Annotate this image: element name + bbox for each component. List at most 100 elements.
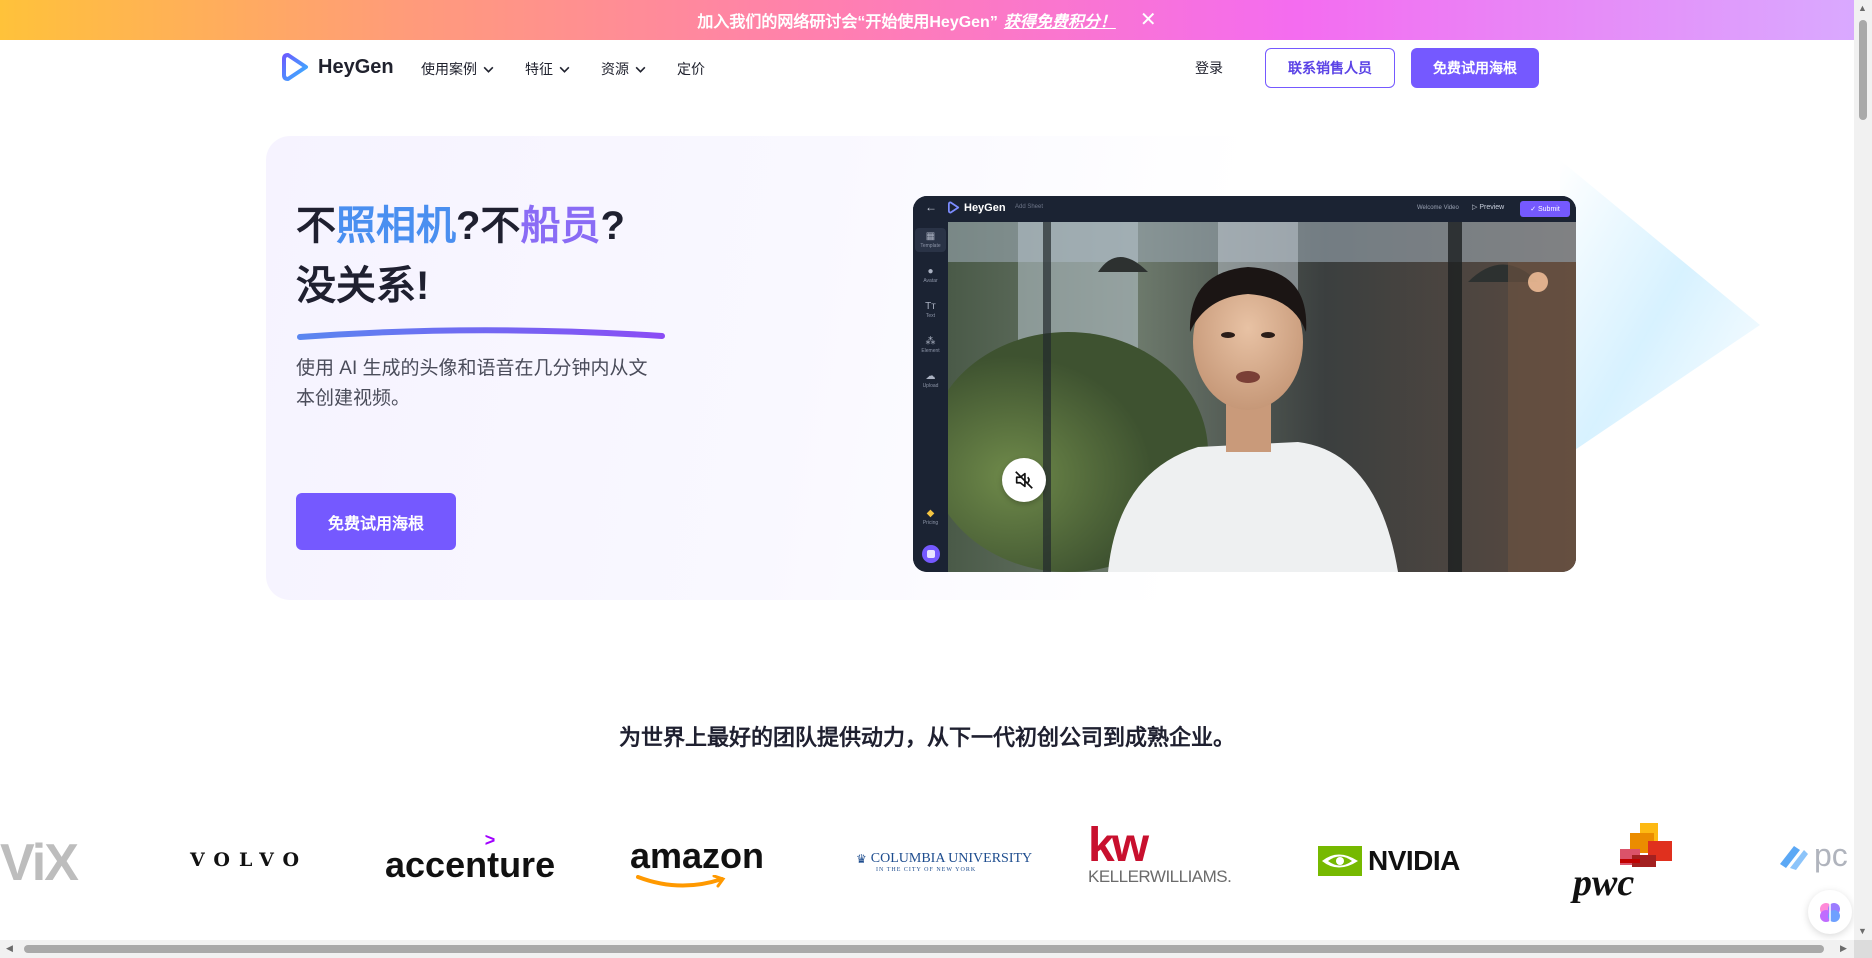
kw-mark: kw — [1088, 819, 1149, 872]
template-icon: ▦ — [925, 231, 936, 242]
nav-features[interactable]: 特征 — [525, 59, 571, 79]
customer-logos-row: ViX VOLVO > accenture amazon ♛ COLUMBIA … — [0, 815, 1854, 915]
horizontal-scroll-thumb[interactable] — [24, 945, 1824, 953]
project-name-field[interactable]: Add Sheet — [1015, 204, 1043, 210]
scroll-right-icon[interactable]: ▶ — [1840, 943, 1847, 954]
diamond-icon: ◆ — [926, 508, 935, 519]
back-arrow-icon[interactable]: ← — [925, 200, 937, 214]
horizontal-scrollbar[interactable]: ◀ ▶ — [0, 940, 1854, 958]
upload-icon: ☁ — [925, 371, 936, 382]
preview-button[interactable]: ▷ Preview — [1472, 203, 1504, 211]
submit-label: Submit — [1538, 205, 1560, 213]
keller-wordmark: KELLERWILLIAMS. — [1088, 867, 1232, 886]
nav-menu: 使用案例 特征 资源 定价 — [421, 59, 705, 79]
free-trial-button[interactable]: 免费试用海根 — [1411, 48, 1539, 88]
scroll-left-icon[interactable]: ◀ — [6, 943, 13, 954]
columbia-logo: ♛ COLUMBIA UNIVERSITY IN THE CITY OF NEW… — [856, 851, 1032, 873]
hero-title-highlight-crew: 船员 — [520, 204, 601, 248]
hero-free-trial-button[interactable]: 免费试用海根 — [296, 493, 456, 550]
keller-williams-logo: kw KELLERWILLIAMS. — [1088, 819, 1232, 887]
crown-icon: ♛ — [856, 852, 867, 866]
editor-sidebar: ▦ Template ● Avatar Tт Text ⁂ Element ☁ … — [913, 222, 948, 572]
accenture-logo: > accenture — [385, 831, 556, 885]
wix-logo: ViX — [0, 834, 79, 892]
vertical-scroll-thumb[interactable] — [1859, 20, 1867, 120]
avatar-icon: ● — [927, 266, 934, 277]
sidebar-item-label: Upload — [922, 383, 939, 389]
amazon-logo: amazon — [630, 837, 764, 889]
submit-button[interactable]: ✓ Submit — [1520, 201, 1570, 217]
columbia-subtitle: IN THE CITY OF NEW YORK — [876, 867, 977, 873]
chevron-down-icon — [483, 66, 494, 73]
pwc-logo: pwc — [1572, 823, 1682, 905]
volvo-logo: VOLVO — [190, 849, 309, 871]
nav-resources[interactable]: 资源 — [601, 59, 647, 79]
vertical-scrollbar[interactable]: ▲ ▼ — [1854, 0, 1872, 940]
chevron-down-icon — [635, 66, 646, 73]
sidebar-item-template[interactable]: ▦ Template — [915, 228, 946, 252]
nav-pricing-label: 定价 — [677, 61, 705, 77]
accenture-wordmark: accenture — [385, 844, 556, 885]
pwc-wordmark: pwc — [1573, 862, 1635, 904]
sidebar-item-text[interactable]: Tт Text — [915, 301, 946, 319]
nav-use-cases[interactable]: 使用案例 — [421, 59, 495, 79]
element-icon: ⁂ — [925, 336, 936, 347]
hero-title-highlight-camera: 照相机 — [336, 204, 456, 248]
amazon-wordmark: amazon — [630, 835, 765, 876]
editor-mockup: ← HeyGen Add Sheet Welcome Video ▷ Previ… — [913, 196, 1576, 572]
sidebar-item-avatar[interactable]: ● Avatar — [915, 266, 946, 284]
partial-logo: pc — [1776, 837, 1848, 874]
heygen-logo-icon — [948, 201, 960, 214]
title-underline-swoosh — [297, 327, 665, 340]
hero-glow — [1560, 160, 1760, 460]
nvidia-eye-icon — [1318, 846, 1362, 876]
partial-logo-mark-icon — [1780, 845, 1808, 870]
customers-tagline: 为世界上最好的团队提供动力，从下一代初创公司到成熟企业。 — [618, 725, 1235, 750]
nav-resources-label: 资源 — [601, 61, 629, 77]
close-icon[interactable]: ✕ — [1140, 10, 1157, 30]
brand-name: HeyGen — [318, 55, 394, 78]
nvidia-logo: NVIDIA — [1318, 845, 1460, 877]
partial-logo-wordmark: pc — [1814, 837, 1848, 873]
scroll-down-icon[interactable]: ▼ — [1858, 926, 1867, 936]
editor-topbar: ← HeyGen Add Sheet Welcome Video ▷ Previ… — [913, 196, 1576, 222]
nvidia-wordmark: NVIDIA — [1368, 845, 1460, 876]
nav-pricing[interactable]: 定价 — [677, 59, 705, 79]
scrollbar-corner — [1854, 940, 1872, 958]
nav-use-cases-label: 使用案例 — [421, 61, 477, 77]
editor-brand: HeyGen — [964, 201, 1006, 214]
amazon-smile-icon — [636, 875, 726, 888]
sidebar-item-label: Text — [925, 313, 936, 319]
sidebar-item-upload[interactable]: ☁ Upload — [915, 371, 946, 389]
promo-banner: 加入我们的网络研讨会“开始使用HeyGen” 获得免费积分！ ✕ — [0, 0, 1854, 40]
hero-subtitle: 使用 AI 生成的头像和语音在几分钟内从文本创建视频。 — [296, 358, 648, 409]
heygen-logo-icon — [282, 53, 308, 81]
text-icon: Tт — [925, 301, 936, 312]
nav-features-label: 特征 — [525, 61, 553, 77]
nav-actions: 登录 联系销售人员 免费试用海根 — [1195, 48, 1539, 88]
hero-title-part: ? — [600, 204, 625, 248]
login-link[interactable]: 登录 — [1195, 58, 1223, 78]
scroll-up-icon[interactable]: ▲ — [1858, 3, 1867, 13]
contact-sales-button[interactable]: 联系销售人员 — [1265, 48, 1395, 88]
ai-assistant-button[interactable] — [1808, 890, 1852, 934]
brand-logo[interactable]: HeyGen — [282, 52, 394, 82]
sidebar-item-element[interactable]: ⁂ Element — [915, 336, 946, 354]
banner-link[interactable]: 获得免费积分！ — [1004, 8, 1116, 32]
hero-title-line2: 没关系! — [296, 264, 430, 308]
preview-label: Preview — [1479, 204, 1505, 211]
mute-toggle-button[interactable] — [1002, 458, 1046, 502]
hero-title-part: ?不 — [456, 204, 521, 248]
columbia-name: COLUMBIA UNIVERSITY — [870, 851, 1033, 866]
editor-logo: HeyGen — [948, 201, 1006, 214]
avatar-video-frame — [948, 222, 1576, 572]
chevron-down-icon — [559, 66, 570, 73]
sidebar-item-label: Template — [920, 243, 941, 249]
avatar-video-preview — [948, 222, 1576, 572]
top-nav: HeyGen 使用案例 特征 资源 定价 登录 联系销售人员 免费试用海根 — [0, 40, 1854, 96]
account-avatar[interactable] — [922, 545, 940, 563]
banner-text: 加入我们的网络研讨会“开始使用HeyGen” — [697, 14, 998, 31]
sidebar-item-label: Pricing — [922, 520, 939, 526]
sidebar-item-pricing[interactable]: ◆ Pricing — [915, 508, 946, 526]
welcome-video-label: Welcome Video — [1417, 205, 1459, 211]
